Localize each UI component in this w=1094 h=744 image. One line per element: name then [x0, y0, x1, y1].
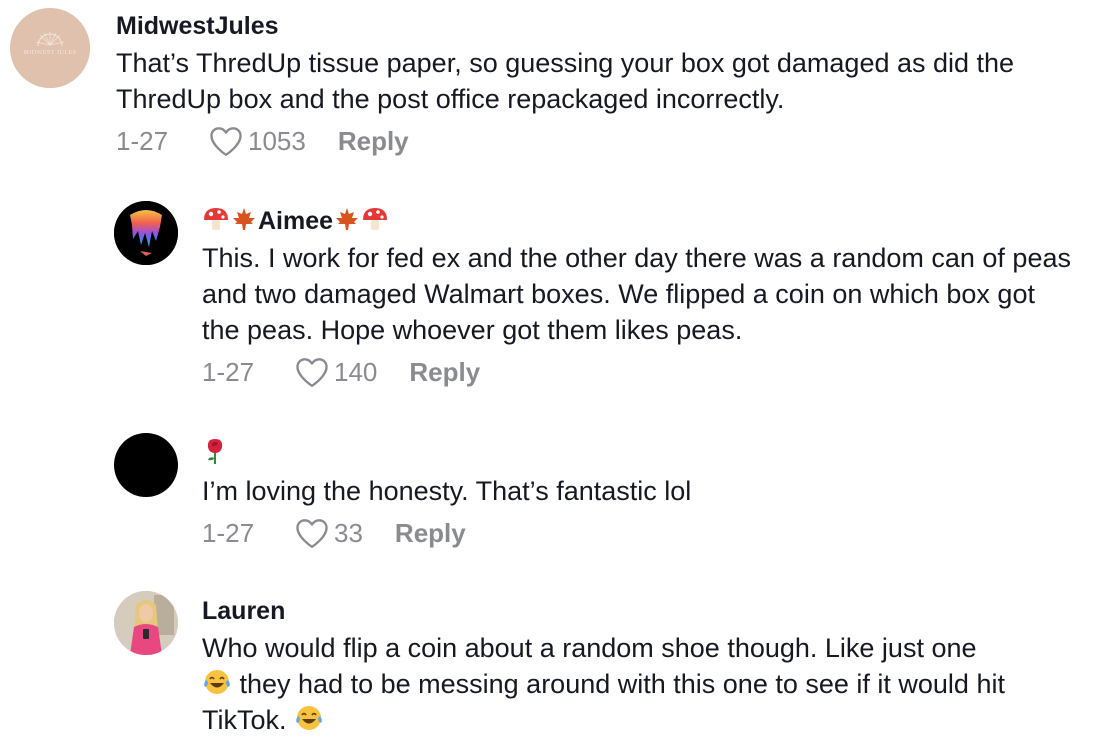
comment-text: I’m loving the honesty. That’s fantastic…	[202, 476, 692, 506]
avatar-logo-icon	[10, 8, 90, 88]
avatar[interactable]	[114, 201, 178, 265]
avatar[interactable]	[114, 591, 178, 655]
reply-button[interactable]: Reply	[338, 126, 409, 157]
maple-leaf-icon	[336, 208, 359, 230]
like-button[interactable]: 33	[294, 517, 363, 549]
like-button[interactable]: 1053	[208, 125, 306, 157]
face-with-tears-of-joy-icon	[296, 706, 322, 730]
avatar-rainbow-drip-icon	[114, 201, 178, 265]
avatar[interactable]: MIDWEST JULES	[10, 8, 90, 88]
comment-meta: 1-27 140 Reply	[202, 352, 1072, 392]
mushroom-icon	[204, 208, 228, 230]
comment-username[interactable]: Lauren	[202, 594, 1072, 628]
comment-text: Who would flip a coin about a random sho…	[202, 630, 1072, 738]
comment-text-part: Who would flip a coin about a random sho…	[202, 633, 977, 663]
reply-button[interactable]: Reply	[395, 518, 466, 549]
comment-meta: 1-27 1053 Reply	[116, 121, 1076, 161]
mushroom-icon	[363, 208, 388, 230]
maple-leaf-icon	[233, 208, 255, 230]
avatar-logo-text: MIDWEST JULES	[23, 50, 77, 56]
comment-username-row[interactable]: Aimee	[202, 204, 1072, 238]
avatar[interactable]	[114, 433, 178, 497]
reply-button[interactable]: Reply	[409, 357, 480, 388]
comment-username-row[interactable]	[202, 435, 1072, 471]
like-count: 1053	[248, 125, 306, 156]
comment-text: This. I work for fed ex and the other da…	[202, 243, 1071, 345]
comment-text: That’s ThredUp tissue paper, so guessing…	[116, 48, 1015, 114]
comment-date: 1-27	[116, 125, 169, 156]
comment-username: Aimee	[258, 207, 334, 235]
like-count: 140	[334, 356, 378, 387]
comment-meta: 1-27 33 Reply	[202, 513, 1072, 553]
comment-date: 1-27	[202, 517, 255, 548]
rose-icon	[207, 439, 223, 464]
comment-date: 1-27	[202, 356, 255, 387]
like-count: 33	[334, 517, 363, 548]
heart-icon	[210, 127, 242, 156]
heart-icon	[296, 358, 328, 387]
face-with-tears-of-joy-icon	[204, 670, 230, 694]
heart-icon	[296, 519, 328, 548]
like-button[interactable]: 140	[294, 356, 377, 388]
avatar-photo-icon	[114, 591, 178, 655]
comment-username[interactable]: MidwestJules	[116, 9, 1076, 43]
